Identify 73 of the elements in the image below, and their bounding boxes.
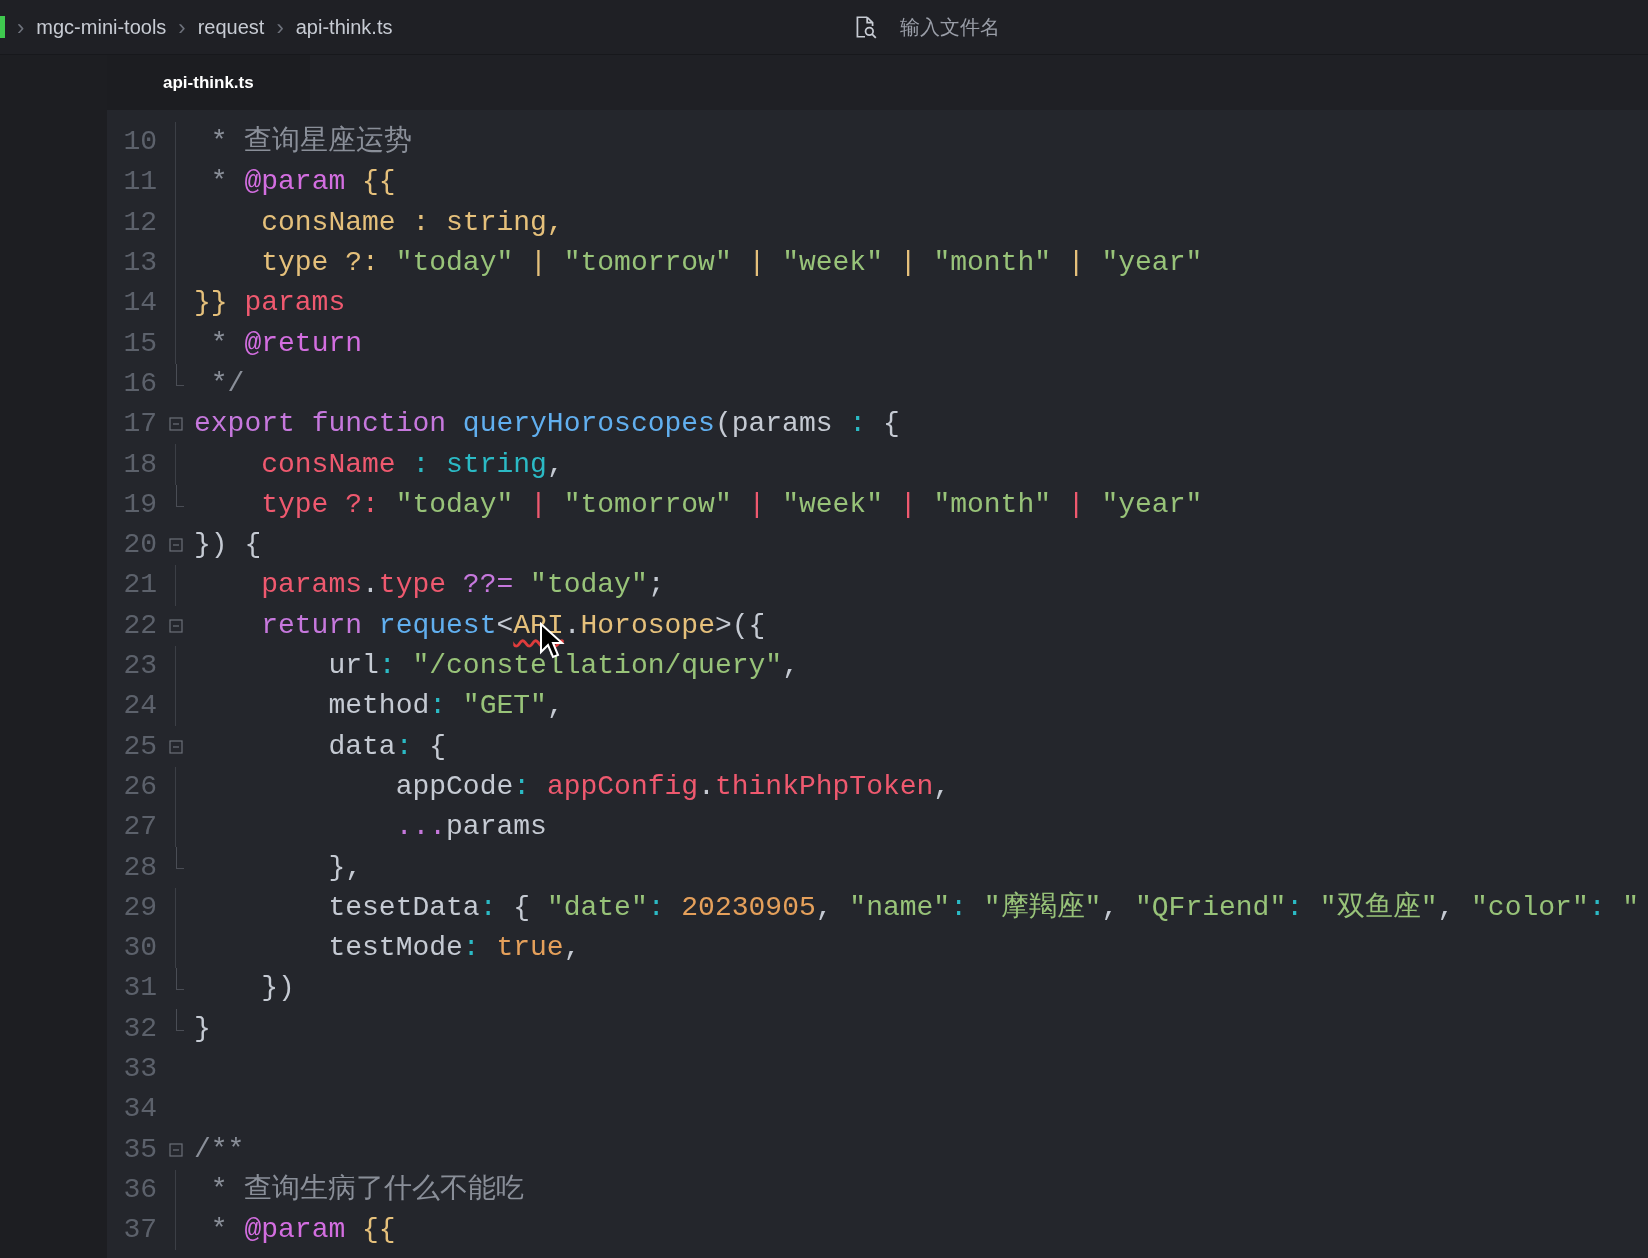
line-number: 12 [122, 205, 157, 240]
line-number: 34 [122, 1092, 157, 1127]
fold-end-marker [175, 484, 184, 507]
breadcrumb-separator: › [276, 13, 284, 42]
code-line: }} params [194, 286, 346, 321]
status-marker [0, 16, 5, 38]
code-line: ...params [394, 810, 547, 845]
line-number: 20 [122, 528, 157, 563]
fold-icon[interactable] [168, 538, 183, 553]
line-number: 10 [122, 125, 157, 160]
code-line: export function queryHoroscopes(params : { [194, 407, 900, 442]
line-number: 31 [122, 971, 157, 1006]
code-line: * 查询星座运势 [209, 124, 413, 160]
line-number: 32 [122, 1011, 157, 1046]
fold-icon[interactable] [168, 739, 183, 754]
code-line: appCode: appConfig.thinkPhpToken, [394, 769, 951, 804]
code-line: } [194, 1011, 211, 1046]
line-number: 25 [122, 729, 157, 764]
code-line: /** [194, 1132, 245, 1167]
line-number: 18 [122, 447, 157, 482]
line-number: 37 [122, 1213, 157, 1248]
line-number: 28 [122, 850, 157, 885]
code-line: * 查询生病了什么不能吃 [209, 1172, 525, 1207]
code-line: consName : string, [260, 447, 564, 482]
fold-icon[interactable] [168, 618, 183, 633]
line-number: 16 [122, 366, 157, 401]
line-number: 13 [122, 246, 157, 281]
editor-tab[interactable]: api-think.ts [107, 55, 310, 110]
code-line: type ?: "today" | "tomorrow" | "week" | "month" | "year" [260, 487, 1203, 522]
code-line: * @param {{ [209, 165, 396, 200]
code-line: testMode: true, [327, 931, 581, 966]
breadcrumb-item[interactable]: api-think.ts [295, 12, 393, 42]
line-number: 33 [122, 1052, 157, 1086]
line-number: 23 [122, 649, 157, 683]
line-number: 14 [122, 286, 157, 321]
code-line: return request<API.Horosope>({ [194, 604, 766, 647]
code-line: }) [260, 971, 295, 1006]
line-number: 26 [122, 769, 157, 804]
line-number: 22 [122, 608, 157, 643]
breadcrumb-separator: › [17, 13, 25, 42]
line-number: 17 [122, 407, 157, 442]
line-number: 24 [122, 689, 157, 724]
code-line: consName : string, [260, 205, 564, 240]
breadcrumb-separator: › [178, 13, 186, 42]
breadcrumb-item[interactable]: request [197, 12, 265, 42]
code-line: type ?: "today" | "tomorrow" | "week" | "month" | "year" [260, 246, 1203, 281]
code-line: * @param {{ [209, 1213, 396, 1248]
breadcrumb-item[interactable]: mgc-mini-tools [36, 12, 167, 42]
fold-end-marker [175, 363, 184, 386]
line-number: 27 [122, 810, 157, 845]
code-line: * @return [209, 326, 363, 361]
file-search-field[interactable]: 输入文件名 [900, 12, 1201, 42]
code-line: */ [209, 366, 245, 401]
code-line: params.type ??= "today"; [260, 568, 665, 603]
line-number: 36 [122, 1172, 157, 1207]
fold-end-marker [175, 847, 184, 870]
line-number: 29 [122, 890, 157, 925]
code-line: data: { [327, 729, 447, 764]
code-line: }) { [194, 528, 262, 563]
line-number: 30 [122, 931, 157, 966]
code-line: tesetData: { "date": 20230905, "name": "摩羯座", "QFriend": "双鱼座", "color": " [327, 890, 1640, 925]
line-number: 35 [122, 1132, 157, 1167]
code-line: url: "/constellation/query", [327, 649, 799, 683]
code-line: }, [327, 850, 363, 885]
fold-icon[interactable] [168, 417, 183, 432]
line-number: 19 [122, 487, 157, 522]
fold-end-marker [175, 1008, 184, 1031]
fold-icon[interactable] [168, 1142, 183, 1157]
fold-end-marker [175, 968, 184, 991]
code-line: method: "GET", [327, 689, 564, 724]
line-number: 21 [122, 568, 157, 603]
line-number: 11 [122, 165, 157, 200]
line-number: 15 [122, 326, 157, 361]
